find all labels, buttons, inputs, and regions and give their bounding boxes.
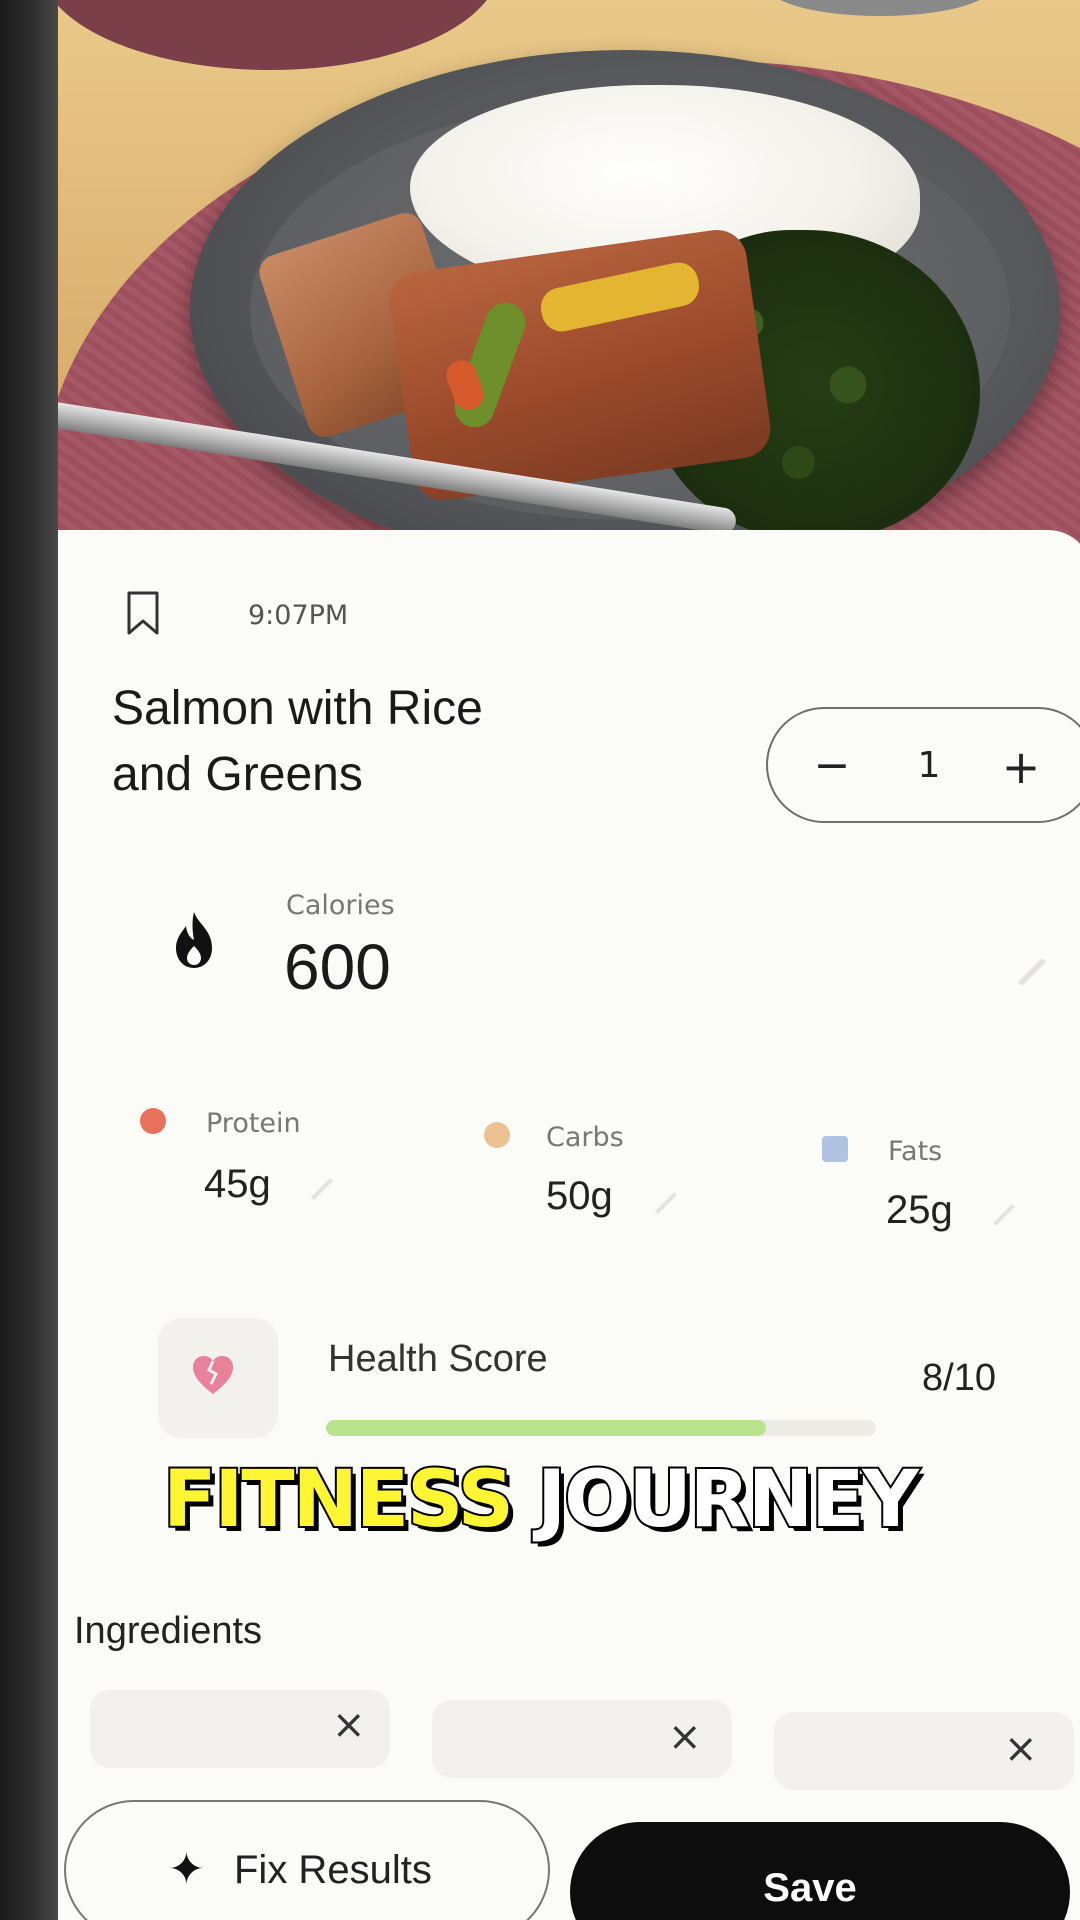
bookmark-icon[interactable] [126, 590, 160, 636]
broken-heart-icon [193, 1356, 233, 1394]
calories-label: Calories [286, 890, 395, 921]
edit-carbs-icon[interactable] [652, 1186, 680, 1214]
remove-ingredient-icon[interactable]: × [1004, 1726, 1038, 1772]
remove-ingredient-icon[interactable]: × [668, 1714, 702, 1760]
meal-time: 9:07PM [248, 600, 349, 631]
phone-bezel [0, 0, 58, 1920]
edit-fats-icon[interactable] [990, 1198, 1018, 1226]
remove-ingredient-icon[interactable]: × [332, 1702, 366, 1748]
calories-value: 600 [284, 931, 391, 1003]
carbs-value: 50g [546, 1174, 613, 1218]
decrease-quantity-button[interactable]: − [812, 740, 852, 791]
caption-word-1: FITNESS [161, 1453, 516, 1547]
health-score-bar [326, 1420, 876, 1436]
ingredients-heading: Ingredients [74, 1610, 263, 1652]
sparkle-icon: ✦ [168, 1844, 205, 1895]
video-caption: FITNESS JOURNEY [0, 1453, 1080, 1547]
health-score-bar-fill [326, 1420, 766, 1436]
save-label: Save [763, 1866, 857, 1910]
health-score-value: 8/10 [922, 1357, 996, 1399]
meal-title-line-1: Salmon with Rice [112, 682, 483, 735]
protein-icon [140, 1108, 166, 1134]
fats-icon [822, 1136, 848, 1162]
quantity-value: 1 [917, 745, 941, 786]
meal-title-line-2: and Greens [112, 748, 363, 801]
edit-protein-icon[interactable] [308, 1172, 336, 1200]
carbs-icon [484, 1122, 510, 1148]
health-score-label: Health Score [328, 1338, 548, 1380]
placemat-background [40, 0, 500, 70]
fats-label: Fats [888, 1136, 943, 1167]
protein-label: Protein [206, 1108, 301, 1139]
flame-icon [176, 912, 212, 968]
caption-word-2: JOURNEY [535, 1453, 921, 1547]
cup-edge [770, 0, 990, 16]
increase-quantity-button[interactable]: + [998, 740, 1044, 794]
meal-title: Salmon with Rice and Greens [112, 676, 672, 808]
protein-value: 45g [204, 1162, 271, 1206]
fix-results-label: Fix Results [234, 1848, 432, 1892]
fats-value: 25g [886, 1188, 953, 1232]
meal-photo [0, 0, 1080, 600]
carbs-label: Carbs [546, 1122, 624, 1153]
edit-calories-icon[interactable] [1014, 950, 1050, 986]
